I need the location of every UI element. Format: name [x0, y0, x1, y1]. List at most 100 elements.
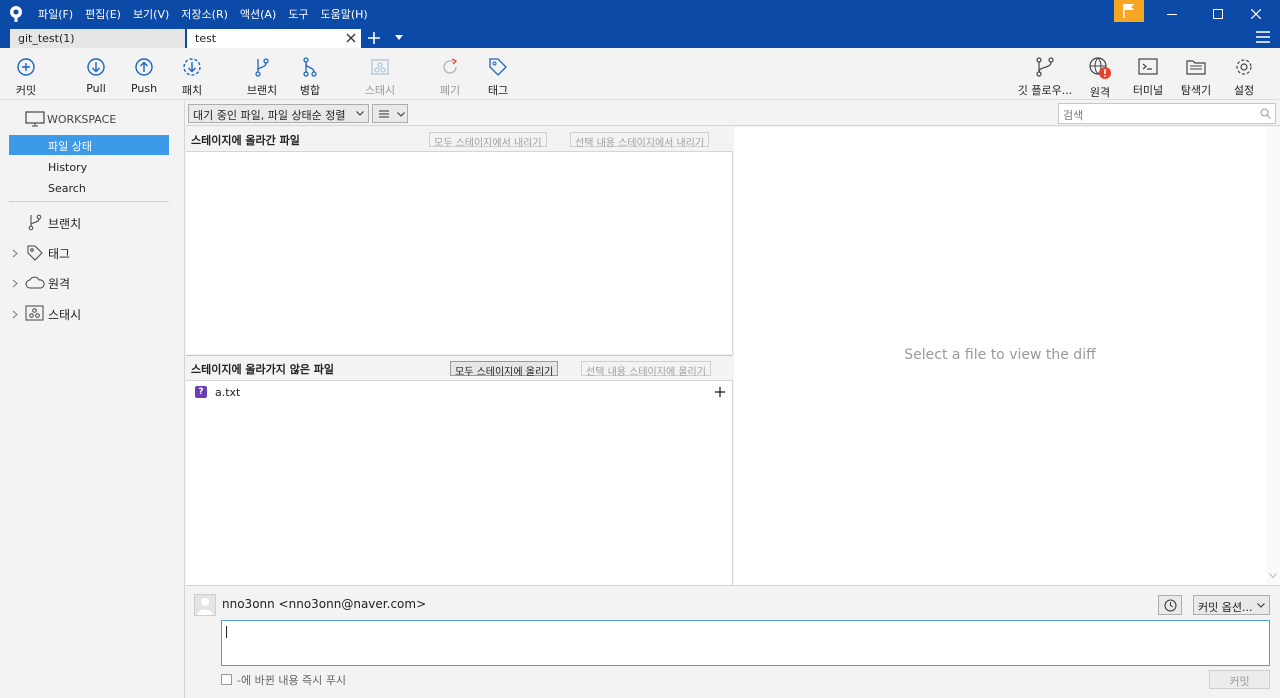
commit-tool-label: 커밋: [15, 84, 37, 97]
commit-options-dropdown[interactable]: 커밋 옵션...: [1193, 595, 1270, 615]
commit-area: nno3onn <nno3onn@naver.com> 커밋 옵션... -에 …: [186, 585, 1280, 698]
search-icon: [1260, 108, 1271, 119]
merge-icon: [303, 57, 317, 77]
workspace-heading: WORKSPACE: [47, 113, 117, 126]
search-placeholder: 검색: [1063, 109, 1084, 122]
unstaged-header: 스테이지에 올라가지 않은 파일 모두 스테이지에 올리기 선택 내용 스테이지…: [186, 356, 733, 381]
sidebar-item-tags[interactable]: 태그: [48, 245, 70, 262]
fetch-button[interactable]: 패치: [162, 56, 222, 98]
sidebar-item-file-status[interactable]: 파일 상태: [48, 138, 92, 154]
discard-refresh-icon: [443, 58, 458, 74]
tab-bar: git_test(1) test: [0, 28, 1280, 48]
chevron-right-icon[interactable]: [12, 249, 18, 258]
branch-icon: [28, 214, 42, 231]
unstaged-files-panel: 스테이지에 올라가지 않은 파일 모두 스테이지에 올리기 선택 내용 스테이지…: [186, 355, 733, 585]
file-name: a.txt: [215, 386, 241, 399]
sidebar-item-stashes[interactable]: 스태시: [48, 306, 81, 323]
tab-test[interactable]: test: [187, 29, 361, 48]
view-mode-dropdown[interactable]: [372, 104, 408, 123]
avatar: [194, 594, 216, 616]
unstaged-title: 스테이지에 올라가지 않은 파일: [191, 363, 335, 376]
minimize-button[interactable]: [1150, 0, 1196, 28]
commit-message-input[interactable]: [221, 620, 1270, 666]
folder-icon: [1186, 60, 1206, 75]
stage-selected-button[interactable]: 선택 내용 스테이지에 올리기: [581, 361, 711, 378]
menu-repository[interactable]: 저장소(R): [181, 6, 228, 22]
commit-plus-icon: [17, 58, 35, 76]
toolbar: 커밋 Pull Push 패치 브랜치 병합 스태시 폐기 태그 깃 플로우..…: [0, 48, 1280, 100]
title-bar: 파일(F) 편집(E) 보기(V) 저장소(R) 액션(A) 도구 도움말(H): [0, 0, 1280, 28]
sidebar-item-remotes[interactable]: 원격: [48, 275, 70, 292]
file-row[interactable]: ? a.txt: [186, 383, 731, 403]
commit-button[interactable]: 커밋: [1209, 670, 1270, 689]
tab-close-icon[interactable]: [345, 32, 357, 44]
scroll-down-arrow-icon[interactable]: [1269, 573, 1277, 579]
stash-label: 스태시: [364, 84, 396, 97]
push-immediately-checkbox[interactable]: [221, 674, 232, 685]
sidebar-divider: [9, 201, 169, 202]
text-caret: [226, 626, 227, 638]
push-arrow-up-icon: [135, 58, 153, 76]
diff-scrollbar[interactable]: [1266, 127, 1280, 585]
close-icon: [1251, 9, 1261, 19]
search-input[interactable]: 검색: [1058, 103, 1276, 124]
tab-dropdown-icon[interactable]: [395, 35, 403, 41]
commit-tool-button[interactable]: 커밋: [0, 56, 56, 98]
stash-icon: [25, 305, 44, 321]
cloud-icon: [25, 276, 45, 289]
commit-author: nno3onn <nno3onn@naver.com>: [222, 597, 427, 611]
stage-file-plus-icon[interactable]: [715, 387, 725, 397]
file-filter-value: 대기 중인 파일, 파일 상태순 정렬: [193, 109, 346, 122]
staged-title: 스테이지에 올라간 파일: [191, 134, 300, 147]
notification-flag-button[interactable]: [1114, 0, 1144, 22]
merge-button[interactable]: 병합: [280, 56, 340, 98]
stash-button[interactable]: 스태시: [350, 56, 410, 98]
menu-actions[interactable]: 액션(A): [240, 6, 276, 22]
sidebar-item-history[interactable]: History: [48, 161, 87, 174]
untracked-file-icon: ?: [195, 386, 207, 398]
close-window-button[interactable]: [1234, 0, 1280, 28]
hamburger-menu-icon[interactable]: [1256, 31, 1270, 43]
clock-icon: [1164, 599, 1177, 612]
flag-icon: [1123, 4, 1134, 18]
sidebar-item-search[interactable]: Search: [48, 182, 86, 195]
monitor-icon: [25, 111, 45, 127]
user-avatar-icon: [197, 598, 213, 615]
file-filter-dropdown[interactable]: 대기 중인 파일, 파일 상태순 정렬: [188, 104, 369, 123]
minimize-icon: [1167, 14, 1177, 15]
settings-label: 설정: [1233, 84, 1255, 97]
gear-icon: [1236, 59, 1252, 75]
chevron-right-icon[interactable]: [12, 310, 18, 319]
list-view-icon: [379, 110, 389, 118]
menu-view[interactable]: 보기(V): [133, 6, 169, 22]
tag-icon: [27, 245, 43, 261]
git-flow-button[interactable]: 깃 플로우...: [1015, 56, 1075, 98]
new-tab-plus-icon[interactable]: [367, 31, 381, 45]
tab-git-test[interactable]: git_test(1): [10, 29, 185, 48]
staged-header: 스테이지에 올라간 파일 모두 스테이지에서 내리기 선택 내용 스테이지에서 …: [186, 127, 733, 152]
chevron-down-icon: [397, 112, 405, 117]
commit-history-button[interactable]: [1158, 595, 1182, 615]
stage-all-button[interactable]: 모두 스테이지에 올리기: [450, 361, 559, 378]
chevron-down-icon: [1257, 603, 1265, 608]
sidebar-item-branches[interactable]: 브랜치: [48, 215, 81, 232]
commit-options-label: 커밋 옵션...: [1198, 601, 1253, 614]
staged-files-panel: 스테이지에 올라간 파일 모두 스테이지에서 내리기 선택 내용 스테이지에서 …: [186, 127, 733, 354]
diff-placeholder: Select a file to view the diff: [904, 347, 1096, 363]
tag-button[interactable]: 태그: [468, 56, 528, 98]
tag-icon: [489, 58, 507, 76]
menu-file[interactable]: 파일(F): [38, 6, 73, 22]
fetch-label: 패치: [181, 84, 203, 97]
menu-edit[interactable]: 편집(E): [85, 6, 121, 22]
chevron-right-icon[interactable]: [12, 279, 18, 288]
unstage-all-button[interactable]: 모두 스테이지에서 내리기: [429, 132, 547, 149]
unstage-selected-button[interactable]: 선택 내용 스테이지에서 내리기: [570, 132, 710, 149]
menu-help[interactable]: 도움말(H): [321, 6, 368, 22]
merge-label: 병합: [299, 84, 321, 97]
menu-tools[interactable]: 도구: [288, 6, 308, 22]
filter-bar: 대기 중인 파일, 파일 상태순 정렬 검색: [186, 101, 1280, 126]
menu-bar: 파일(F) 편집(E) 보기(V) 저장소(R) 액션(A) 도구 도움말(H): [38, 0, 380, 28]
tag-label: 태그: [487, 84, 509, 97]
fetch-icon: [183, 58, 201, 76]
settings-button[interactable]: 설정: [1214, 56, 1274, 98]
